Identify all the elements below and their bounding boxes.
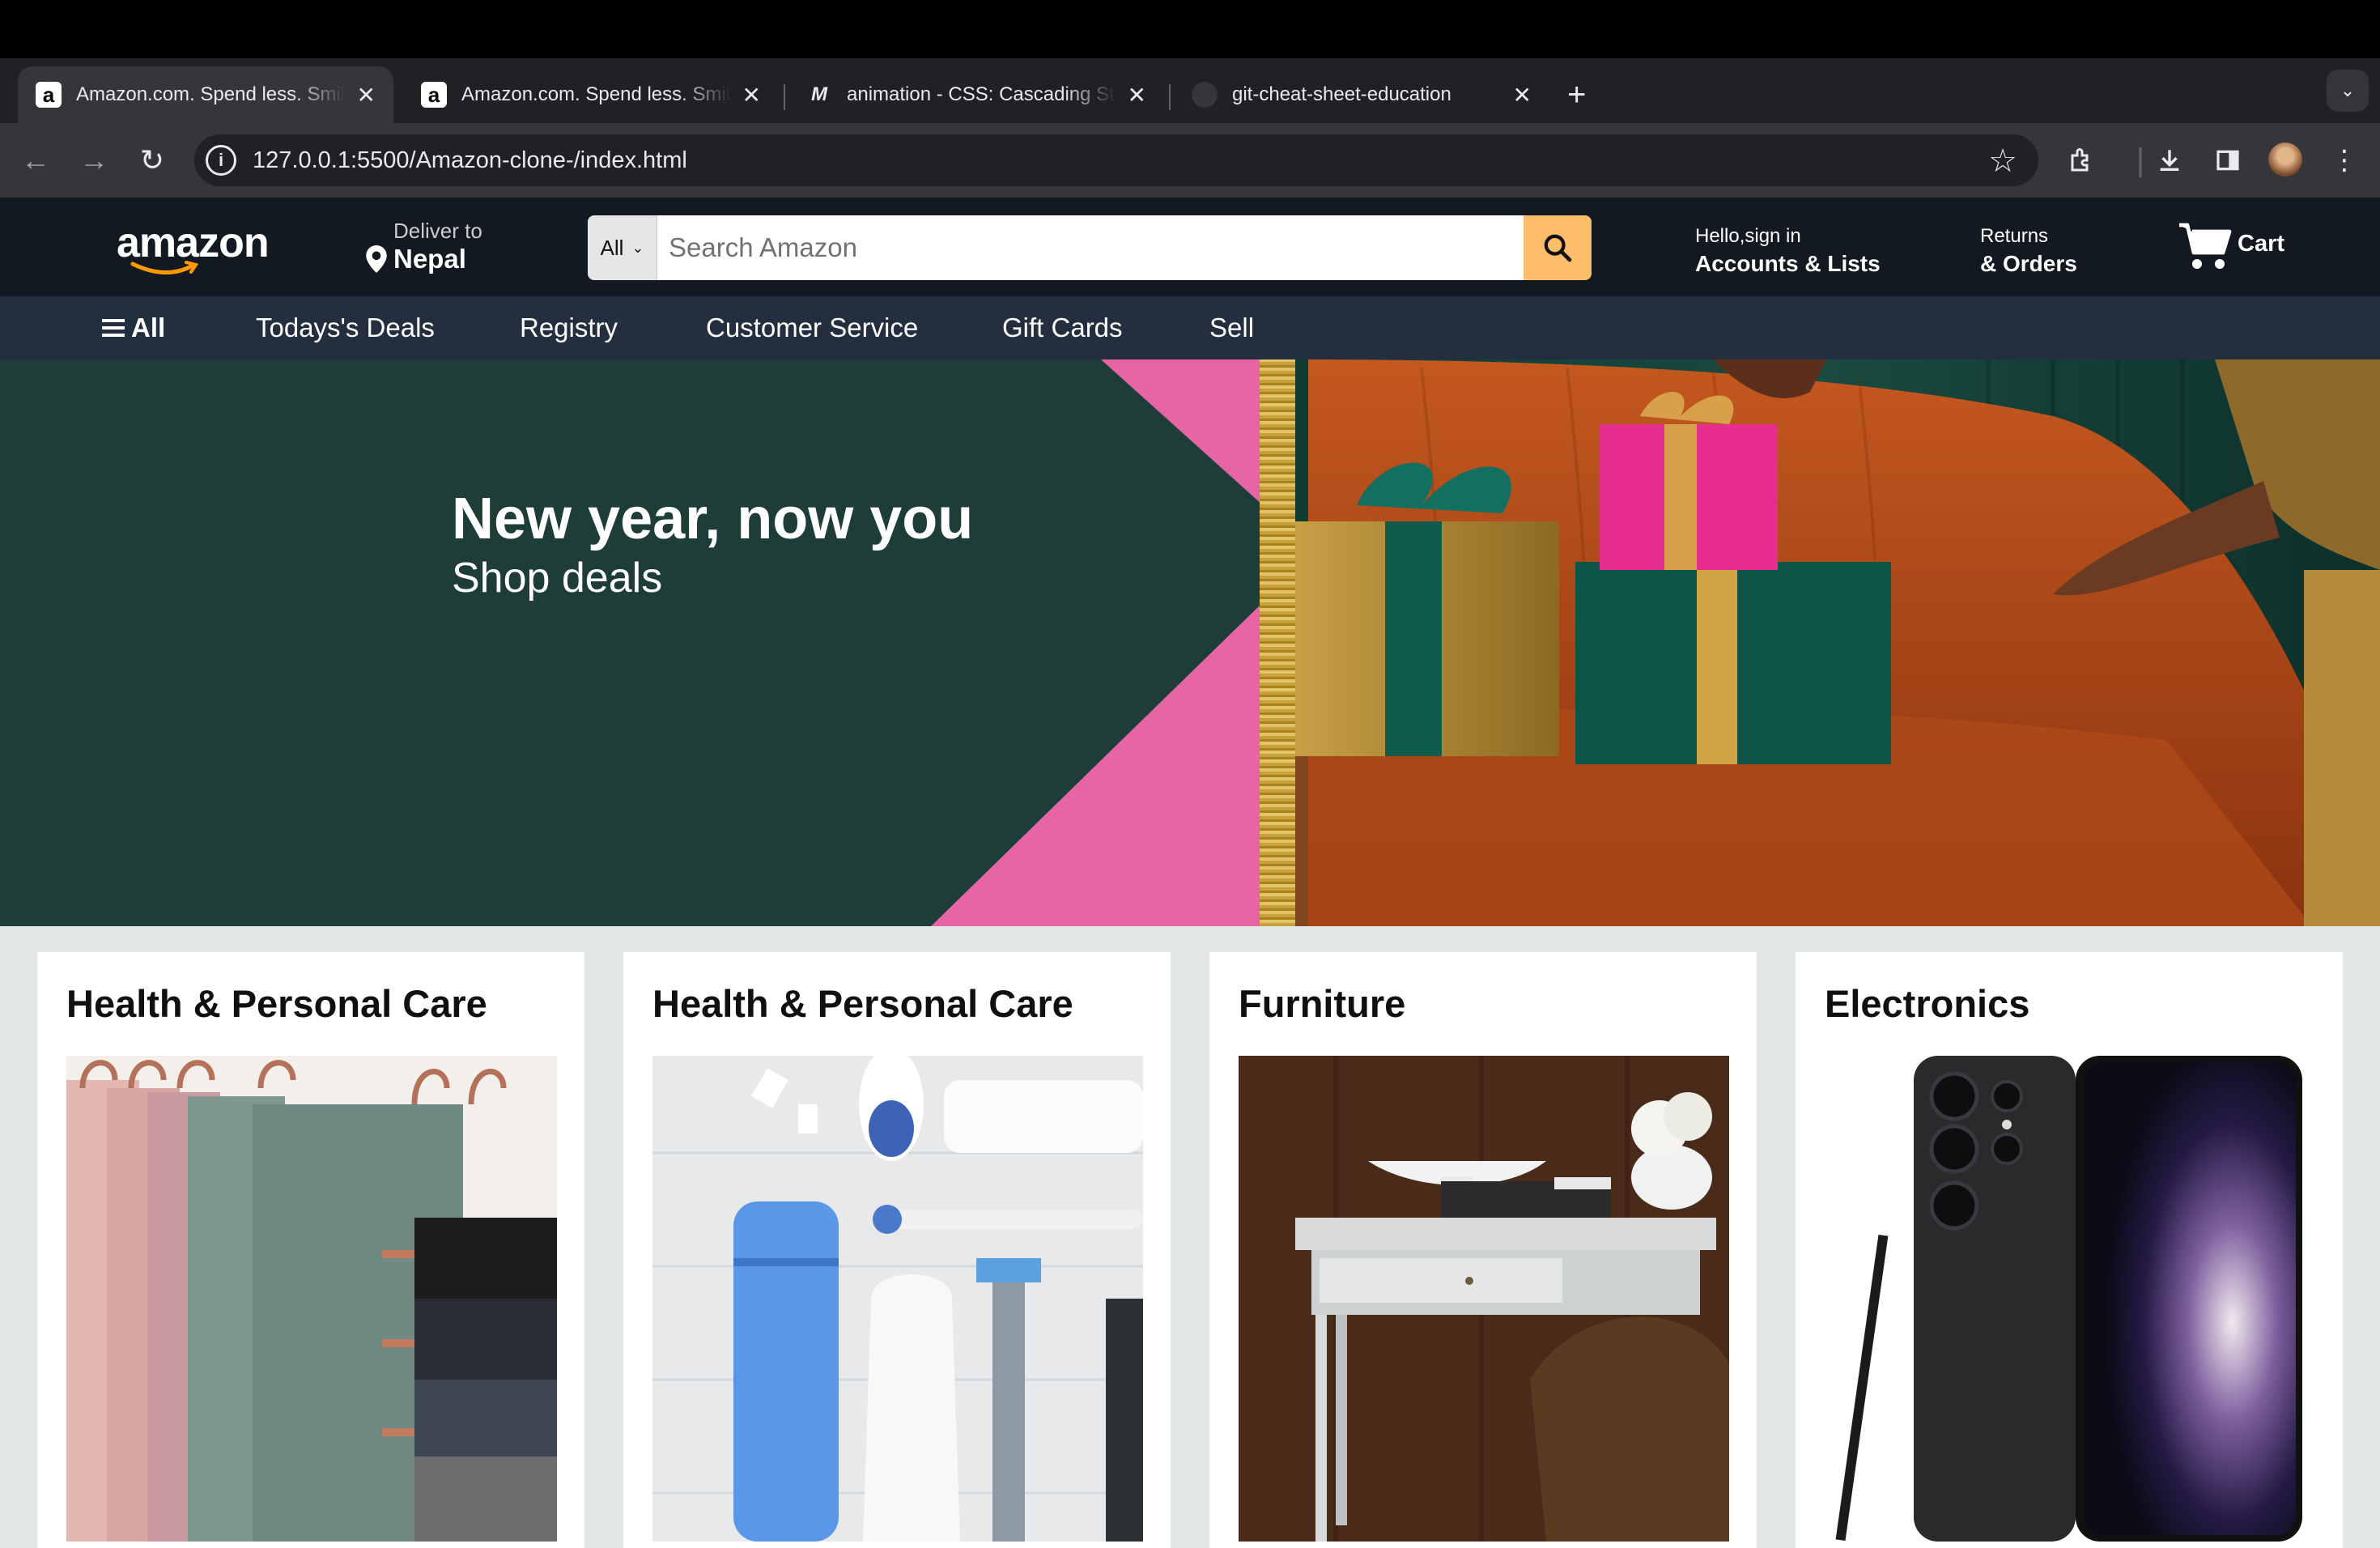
- category-card[interactable]: Health & Personal Care: [37, 952, 584, 1548]
- card-title: Health & Personal Care: [652, 982, 1073, 1025]
- tab-title: Amazon.com. Spend less. Smile more.: [76, 83, 346, 105]
- personal-care-items-image: [652, 1056, 1143, 1542]
- reload-icon[interactable]: ↻: [133, 141, 172, 180]
- location-pin-icon: [366, 245, 387, 273]
- card-title: Furniture: [1239, 982, 1406, 1025]
- account-and-lists[interactable]: Hello,sign in Accounts & Lists: [1695, 225, 1881, 277]
- amazon-header: amazon Deliver to Nepal All ⌄ Hello,sign…: [0, 198, 2380, 296]
- hero-banner[interactable]: New year, now you Shop deals: [0, 359, 2380, 926]
- subnav-registry[interactable]: Registry: [520, 313, 618, 343]
- deliver-label: Deliver to: [393, 219, 482, 243]
- browser-tab-strip: a Amazon.com. Spend less. Smile more. ✕ …: [0, 58, 2380, 123]
- search-bar: All ⌄: [588, 215, 1592, 280]
- site-info-icon[interactable]: i: [206, 145, 236, 176]
- tab-title: animation - CSS: Cascading Style Sheets: [847, 83, 1116, 105]
- amazon-logo[interactable]: amazon: [117, 219, 270, 274]
- browser-toolbar: ← → ↻ i 127.0.0.1:5500/Amazon-clone-/ind…: [0, 123, 2380, 198]
- os-menu-bar: [0, 0, 2380, 58]
- cart-label: Cart: [2238, 231, 2285, 257]
- browser-tab-4[interactable]: git-cheat-sheet-education ✕: [1174, 66, 1549, 123]
- search-category-select[interactable]: All ⌄: [588, 215, 657, 280]
- account-greeting: Hello,sign in: [1695, 225, 1801, 247]
- github-favicon-icon: [1192, 82, 1218, 108]
- amazon-favicon-icon: a: [421, 82, 447, 108]
- category-card[interactable]: Health & Personal Care: [623, 952, 1171, 1548]
- gold-glitter-stripe: [1260, 359, 1295, 926]
- samsung-phone-image: [1825, 1056, 2315, 1542]
- deliver-to[interactable]: Deliver to Nepal: [366, 219, 482, 274]
- chevron-down-icon: ⌄: [631, 239, 644, 256]
- side-panel-icon[interactable]: [2208, 141, 2247, 180]
- subnav-todays-deals[interactable]: Todays's Deals: [256, 313, 435, 343]
- card-title: Electronics: [1825, 982, 2030, 1025]
- subnav-customer-service[interactable]: Customer Service: [706, 313, 918, 343]
- address-bar[interactable]: i 127.0.0.1:5500/Amazon-clone-/index.htm…: [194, 134, 2038, 186]
- profile-avatar[interactable]: [2268, 142, 2302, 176]
- tab-separator: [784, 84, 785, 110]
- category-card[interactable]: Furniture: [1209, 952, 1757, 1548]
- more-vertical-icon[interactable]: ⋮: [2325, 141, 2364, 180]
- browser-tab-2[interactable]: a Amazon.com. Spend less. Smile more. ✕: [403, 66, 779, 123]
- amazon-favicon-icon: a: [36, 82, 62, 108]
- hero-title: New year, now you: [452, 487, 974, 551]
- card-title: Health & Personal Care: [66, 982, 487, 1025]
- amazon-subnav: All Todays's Deals Registry Customer Ser…: [0, 296, 2380, 359]
- shopping-cart-icon: [2179, 223, 2232, 269]
- amazon-smile-icon: [130, 261, 199, 274]
- folded-towels-image: [66, 1056, 557, 1542]
- new-tab-button[interactable]: +: [1567, 74, 1586, 115]
- search-button[interactable]: [1524, 215, 1592, 280]
- bookmark-star-icon[interactable]: ☆: [1988, 142, 2017, 180]
- tab-separator: [1169, 84, 1171, 110]
- tab-search-chevron-icon[interactable]: ⌄: [2327, 70, 2369, 112]
- hamburger-menu-icon: [102, 315, 125, 341]
- subnav-gift-cards[interactable]: Gift Cards: [1002, 313, 1123, 343]
- download-icon[interactable]: [2150, 141, 2189, 180]
- tab-title: git-cheat-sheet-education: [1232, 83, 1451, 105]
- orders-label: & Orders: [1980, 251, 2077, 276]
- tab-title: Amazon.com. Spend less. Smile more.: [461, 83, 731, 105]
- all-menu-button[interactable]: All: [102, 313, 165, 343]
- address-url[interactable]: 127.0.0.1:5500/Amazon-clone-/index.html: [253, 147, 687, 174]
- all-menu-label: All: [131, 313, 166, 342]
- close-icon[interactable]: ✕: [1513, 82, 1532, 108]
- hero-subtitle: Shop deals: [452, 555, 663, 602]
- browser-tab-1[interactable]: a Amazon.com. Spend less. Smile more. ✕: [18, 66, 393, 123]
- gift-boxes-on-sofa-image: [1260, 359, 2380, 926]
- category-card[interactable]: Electronics: [1796, 952, 2343, 1548]
- extensions-puzzle-icon[interactable]: [2063, 141, 2102, 180]
- search-icon: [1544, 234, 1572, 262]
- hero-pink-triangles: [931, 359, 1263, 926]
- white-desk-image: [1239, 1056, 1729, 1542]
- account-lists-label: Accounts & Lists: [1695, 251, 1881, 276]
- forward-arrow-icon[interactable]: →: [74, 141, 113, 180]
- returns-label: Returns: [1980, 225, 2049, 247]
- browser-tab-3[interactable]: M animation - CSS: Cascading Style Sheet…: [788, 66, 1164, 123]
- search-input[interactable]: [657, 215, 1524, 280]
- close-icon[interactable]: ✕: [742, 82, 761, 108]
- back-arrow-icon[interactable]: ←: [16, 141, 55, 180]
- deliver-country: Nepal: [393, 244, 466, 274]
- returns-and-orders[interactable]: Returns & Orders: [1980, 225, 2077, 277]
- subnav-sell[interactable]: Sell: [1209, 313, 1254, 343]
- close-icon[interactable]: ✕: [1128, 82, 1146, 108]
- close-icon[interactable]: ✕: [357, 82, 376, 108]
- mdn-favicon-icon: M: [811, 83, 827, 105]
- cart-button[interactable]: Cart: [2178, 220, 2284, 272]
- search-category-label: All: [600, 235, 624, 260]
